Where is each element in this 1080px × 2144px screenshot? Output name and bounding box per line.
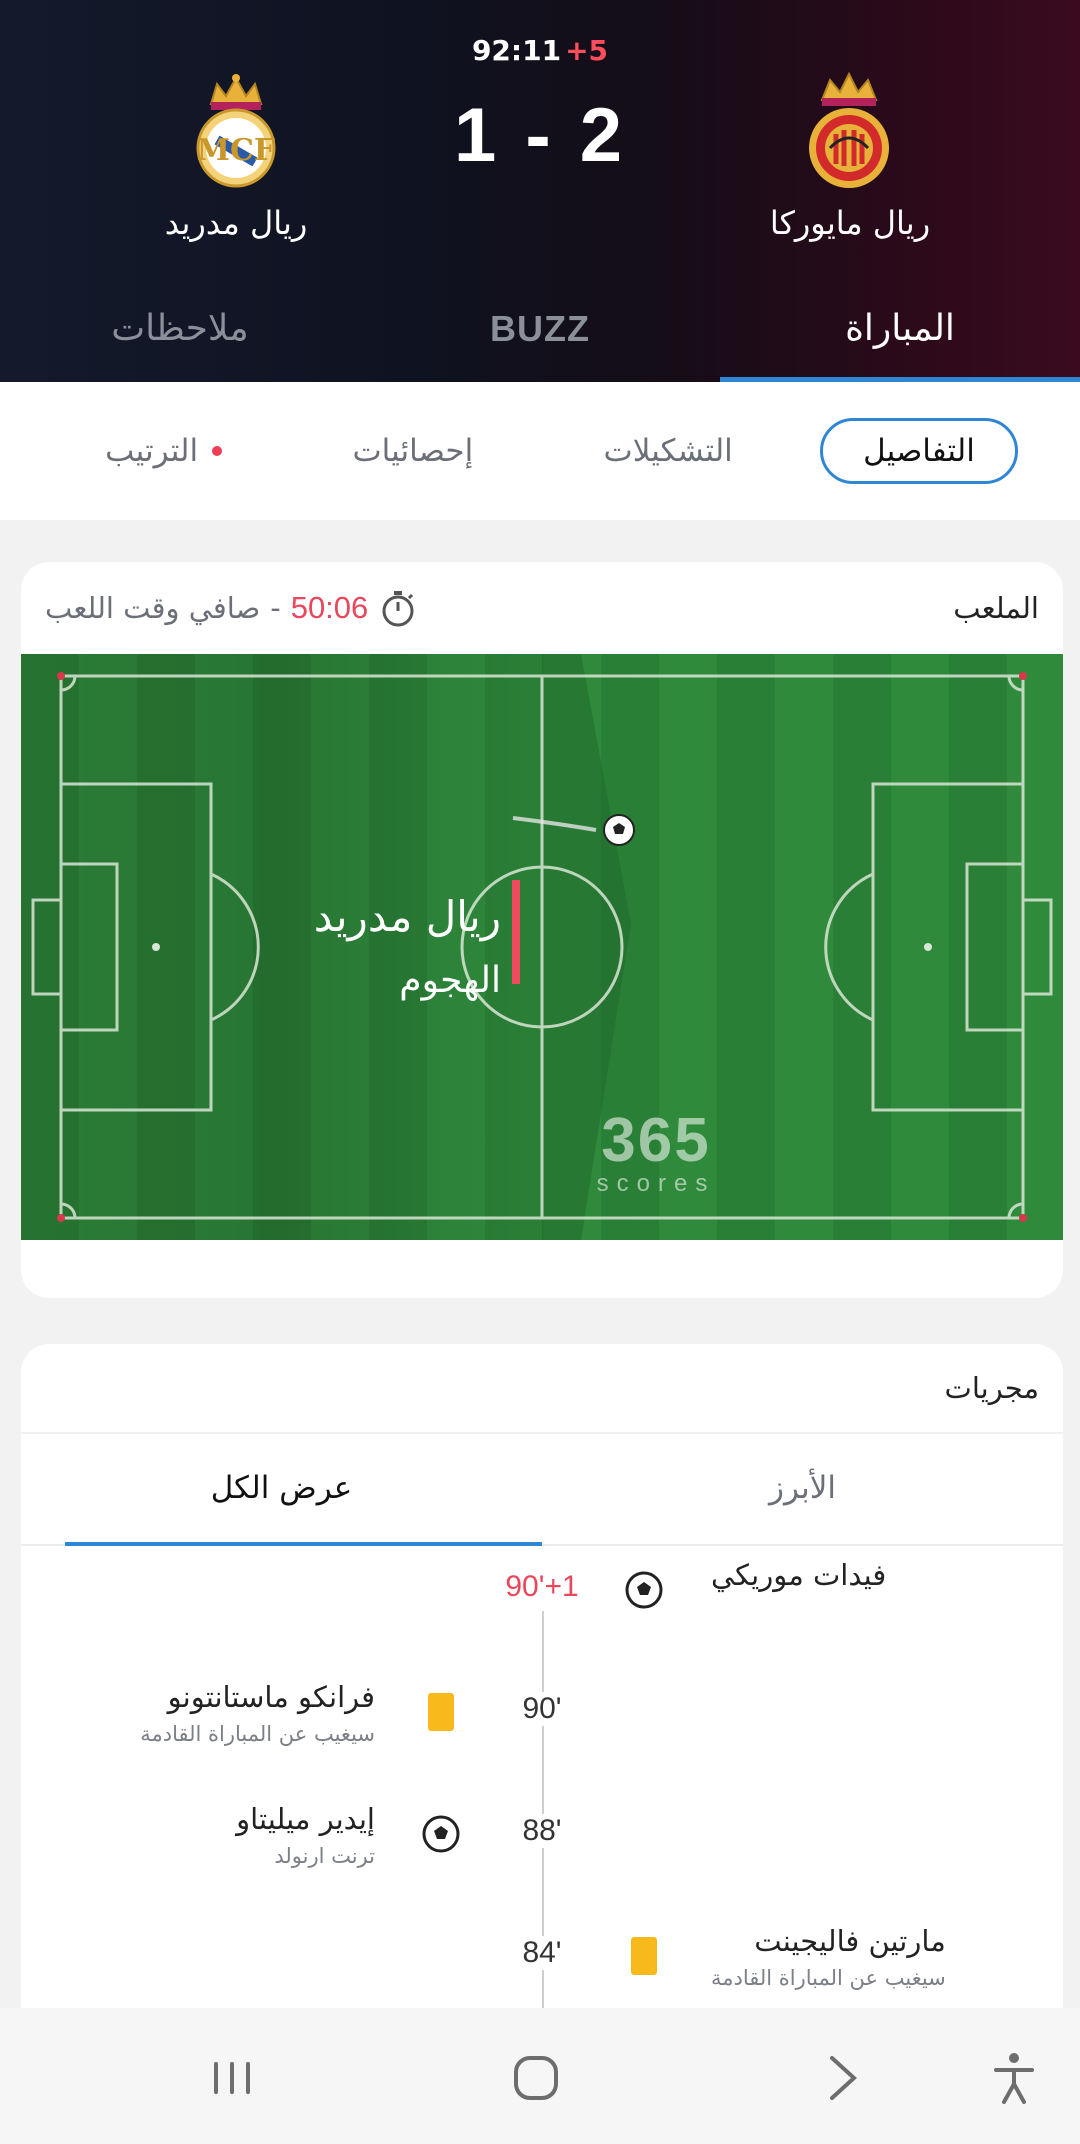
net-time-label: صافي وقت اللعب: [45, 591, 261, 625]
main-tabs: المباراة BUZZ ملاحظات: [0, 300, 1080, 382]
net-time: صافي وقت اللعب - 50:06: [45, 588, 418, 628]
tab-notes[interactable]: ملاحظات: [0, 300, 360, 382]
event-player: إيدير ميليتاو: [236, 1802, 375, 1836]
notification-dot: [212, 446, 223, 456]
tab-match[interactable]: المباراة: [720, 300, 1080, 382]
event-text: مارتين فاليجينت سيغيب عن المباراة القادم…: [711, 1924, 946, 1990]
tab-details-label: التفاصيل: [863, 433, 975, 469]
watermark-logo: 365 scores: [581, 1106, 731, 1198]
pitch-card: الملعب صافي وقت اللعب - 50:06 ريال مدريد…: [21, 562, 1063, 1298]
tab-lineups-label: التشكيلات: [603, 433, 733, 469]
away-team-name[interactable]: ريال مدريد: [86, 204, 386, 242]
tab-stats-label: إحصائيات: [352, 433, 474, 469]
attack-state-label: الهجوم: [399, 960, 501, 1001]
event-minute: 90'+1: [492, 1570, 592, 1604]
attacking-team-label: ريال مدريد: [313, 892, 501, 941]
tab-details[interactable]: التفاصيل: [820, 418, 1018, 484]
watermark-number: 365: [601, 1106, 711, 1175]
yellow-card-icon: [624, 1936, 664, 1976]
yellow-card-icon: [421, 1692, 461, 1732]
pitch-card-header: الملعب صافي وقت اللعب - 50:06: [21, 562, 1063, 654]
match-header: 92:11+5 MCF 1 - 2 ريال مدريد ريال مايور: [0, 0, 1080, 382]
stopwatch-icon: [382, 591, 414, 627]
net-time-value: 50:06: [290, 590, 369, 625]
event-detail: سيغيب عن المباراة القادمة: [711, 1966, 946, 1990]
added-time: +5: [565, 34, 609, 67]
event-detail: سيغيب عن المباراة القادمة: [140, 1722, 375, 1746]
clock-time: 92:11: [471, 34, 562, 67]
events-title: مجريات: [21, 1344, 1063, 1434]
event-row[interactable]: 90'+1 فيدات موريكي: [21, 1556, 1063, 1646]
event-text: إيدير ميليتاو ترنت ارنولد: [236, 1802, 375, 1868]
accessibility-icon[interactable]: [984, 2048, 1044, 2108]
event-player: مارتين فاليجينت: [754, 1924, 946, 1958]
event-player: فيدات موريكي: [711, 1558, 887, 1592]
tab-lineups[interactable]: التشكيلات: [561, 418, 776, 484]
event-row[interactable]: 88' إيدير ميليتاو ترنت ارنولد: [21, 1800, 1063, 1890]
pitch-visualization[interactable]: [21, 654, 1063, 1240]
system-nav-bar: [0, 2008, 1080, 2144]
event-text: فرانكو ماستانتونو سيغيب عن المباراة القا…: [140, 1680, 375, 1746]
event-detail: ترنت ارنولد: [274, 1844, 375, 1868]
match-clock: 92:11 +5: [0, 34, 1080, 67]
tab-stats[interactable]: إحصائيات: [309, 418, 516, 484]
tab-highlights[interactable]: الأبرز: [542, 1434, 1063, 1544]
sub-tabs: التفاصيل التشكيلات إحصائيات الترتيب: [0, 382, 1080, 520]
goal-ball-icon: [625, 1571, 663, 1609]
back-icon[interactable]: [812, 2048, 872, 2108]
home-icon[interactable]: [506, 2048, 566, 2108]
tab-standings[interactable]: الترتيب: [62, 418, 265, 484]
recent-apps-icon[interactable]: [202, 2048, 262, 2108]
score-display: 1 - 2: [453, 93, 627, 178]
event-minute: 88': [492, 1814, 592, 1848]
home-team-name[interactable]: ريال مايوركا: [700, 204, 1000, 242]
event-minute: 84': [492, 1936, 592, 1970]
event-minute: 90': [492, 1692, 592, 1726]
tab-show-all[interactable]: عرض الكل: [21, 1434, 542, 1546]
tab-buzz[interactable]: BUZZ: [360, 300, 720, 382]
pitch-card-title: الملعب: [953, 591, 1039, 625]
goal-ball-icon: [422, 1815, 460, 1853]
event-player: فرانكو ماستانتونو: [167, 1680, 375, 1714]
tab-standings-label: الترتيب: [105, 433, 199, 469]
ball-icon: [603, 814, 635, 846]
event-text: فيدات موريكي: [711, 1558, 886, 1592]
event-row[interactable]: 90' فرانكو ماستانتونو سيغيب عن المباراة …: [21, 1678, 1063, 1768]
events-tabs: الأبرز عرض الكل: [21, 1434, 1063, 1546]
watermark-text: scores: [596, 1170, 716, 1197]
net-time-separator: -: [270, 591, 281, 625]
event-row[interactable]: 84' مارتين فاليجينت سيغيب عن المباراة ال…: [21, 1922, 1063, 2012]
